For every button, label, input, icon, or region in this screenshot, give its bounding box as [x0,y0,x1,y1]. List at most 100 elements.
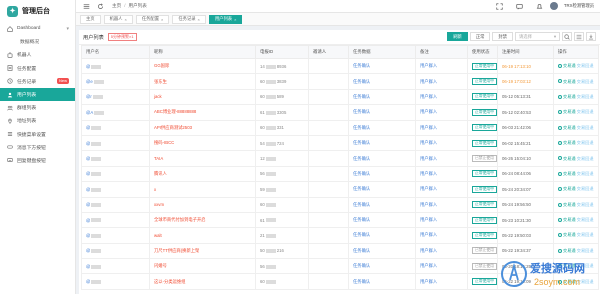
sidebar-item-address-list[interactable]: 地址列表 [0,114,75,127]
task-link[interactable]: 任务确认 [353,156,370,161]
tab-task-config[interactable]: 任务配置 × [135,14,170,24]
trade-action[interactable]: 交易通 [558,63,576,68]
column-header[interactable]: 邀请人 [308,45,349,59]
username-link[interactable]: @A [86,110,105,115]
table-row[interactable]: @ TAIA 12 任务确认 用户群入 已禁止使用 06-26 15:04:10 交易通 交易… [81,150,599,167]
trade-action[interactable]: 交易通 [558,156,576,161]
table-row[interactable]: @ x 59 任务确认 用户群入 正常使用中 05-24 20:34:07 交易通 交易回退 [81,181,599,198]
sidebar-item-dashboard[interactable]: Dashboard ▾ [0,22,75,35]
note-link[interactable]: 用户群入 [420,94,437,99]
trade-action[interactable]: 交易通 [558,202,576,207]
message-icon[interactable] [516,2,524,10]
trade-action[interactable]: 交易通 [558,186,576,191]
note-link[interactable]: 用户群入 [420,125,437,130]
sidebar-item-group-list[interactable]: 群组列表 [0,101,75,114]
note-link[interactable]: 用户群入 [420,63,437,68]
rollback-action[interactable]: 交易回退 [577,171,594,176]
status-badge[interactable]: 正常使用中 [472,278,497,286]
username-link[interactable]: @ [86,233,102,238]
close-icon[interactable]: × [234,17,236,22]
fullscreen-icon[interactable] [496,2,504,10]
note-link[interactable]: 用户群入 [420,217,437,222]
table-row[interactable]: @A ABC博业理-88888888 61 3305 任务确认 用户群入 正常使用中 05-1… [81,104,599,121]
trade-action[interactable]: 交易通 [558,217,576,222]
sidebar-item-shortcut-menu[interactable]: 快捷菜单设置 [0,128,75,141]
note-link[interactable]: 用户群入 [420,79,437,84]
note-link[interactable]: 用户群入 [420,171,437,176]
rollback-action[interactable]: 交易回退 [577,140,594,145]
status-badge[interactable]: 正常使用中 [472,231,497,239]
user-name[interactable]: TRX检测管理员 [564,3,594,9]
task-link[interactable]: 任务确认 [353,171,370,176]
note-link[interactable]: 用户群入 [420,109,437,114]
ban-button[interactable]: 封禁 [492,32,513,41]
username-link[interactable]: @ [86,141,102,146]
normal-button[interactable]: 正常 [469,32,491,41]
trade-action[interactable]: 交易通 [558,140,576,145]
trade-action[interactable]: 交易通 [558,79,576,84]
status-badge[interactable]: 正常使用中 [472,185,497,193]
close-icon[interactable]: × [198,17,200,22]
status-badge[interactable]: 已禁止使用 [472,155,497,163]
note-link[interactable]: 用户群入 [420,156,437,161]
sidebar-item-task-record[interactable]: 任务记录 New [0,75,75,88]
rollback-action[interactable]: 交易回退 [577,94,594,99]
sidebar-item-task-config[interactable]: 任务配置 [0,62,75,75]
status-badge[interactable]: 正常使用中 [472,201,497,209]
refresh-icon[interactable] [96,2,104,10]
status-badge[interactable]: 正常使用中 [472,78,497,86]
rollback-action[interactable]: 交易回退 [577,217,594,222]
sidebar-item-user-list[interactable]: 用户列表 [0,87,75,102]
username-link[interactable]: @ [86,264,102,269]
status-select[interactable]: 请选择 ▾ [515,32,560,41]
status-badge[interactable]: 正常使用中 [472,124,497,132]
username-link[interactable]: @ [86,202,102,207]
trade-action[interactable]: 交易通 [558,125,576,130]
status-badge[interactable]: 正常使用中 [472,62,497,70]
note-link[interactable]: 用户群入 [420,202,437,207]
status-badge[interactable]: 已禁止使用 [472,262,497,270]
rollback-action[interactable]: 交易回退 [577,186,594,191]
note-link[interactable]: 用户群入 [420,248,437,253]
task-link[interactable]: 任务确认 [353,125,370,130]
column-toggle-button[interactable] [574,32,584,41]
sidebar-item-message-buttons[interactable]: 消息下方按钮 [0,141,75,154]
column-header[interactable]: 操作 [553,45,599,59]
task-link[interactable]: 任务确认 [353,186,370,191]
task-link[interactable]: 任务确认 [353,263,370,268]
username-link[interactable]: @ [86,279,102,284]
username-link[interactable]: @ [86,156,102,161]
note-link[interactable]: 用户群入 [420,140,437,145]
close-icon[interactable]: × [124,17,126,22]
trade-action[interactable]: 交易通 [558,171,576,176]
status-badge[interactable]: 正常使用中 [472,139,497,147]
menu-toggle-icon[interactable] [82,2,90,10]
rollback-action[interactable]: 交易回退 [577,202,594,207]
refresh-button[interactable]: 刷新 [447,32,468,41]
column-header[interactable]: 任务数据 [348,45,416,59]
note-link[interactable]: 用户群入 [420,279,437,284]
task-link[interactable]: 任务确认 [353,217,370,222]
trade-action[interactable]: 交易通 [558,109,576,114]
column-header[interactable]: 昵称 [149,45,256,59]
column-header[interactable]: 备注 [415,45,468,59]
table-row[interactable]: @ 搜码-IBCC 54 724 任务确认 用户群入 正常使用中 06-02 15:45:21… [81,134,599,152]
search-button[interactable] [562,32,572,41]
tab-home[interactable]: 主页 [80,14,101,24]
sidebar-item-overview[interactable]: 数据概况 [0,35,75,48]
username-link[interactable]: @e [86,79,105,84]
task-link[interactable]: 任务确认 [353,94,370,99]
column-header[interactable]: 使用状态 [467,45,498,59]
task-link[interactable]: 任务确认 [353,79,370,84]
rollback-action[interactable]: 交易回退 [577,109,594,114]
rollback-action[interactable]: 交易回退 [577,125,594,130]
tab-user-list[interactable]: 用户列表 × [208,14,243,24]
status-badge[interactable]: 已禁止使用 [472,247,497,255]
avatar[interactable] [549,2,558,10]
note-link[interactable]: 用户群入 [420,232,437,237]
status-badge[interactable]: 正常使用中 [472,108,497,116]
username-link[interactable]: @ [86,187,102,192]
username-link[interactable]: @ [86,64,102,69]
table-row[interactable]: @e 张东生 60 3839 任务确认 用户群入 正常使用中 06-19 17:03:12 交易… [81,73,599,90]
username-link[interactable]: @ [86,248,102,253]
